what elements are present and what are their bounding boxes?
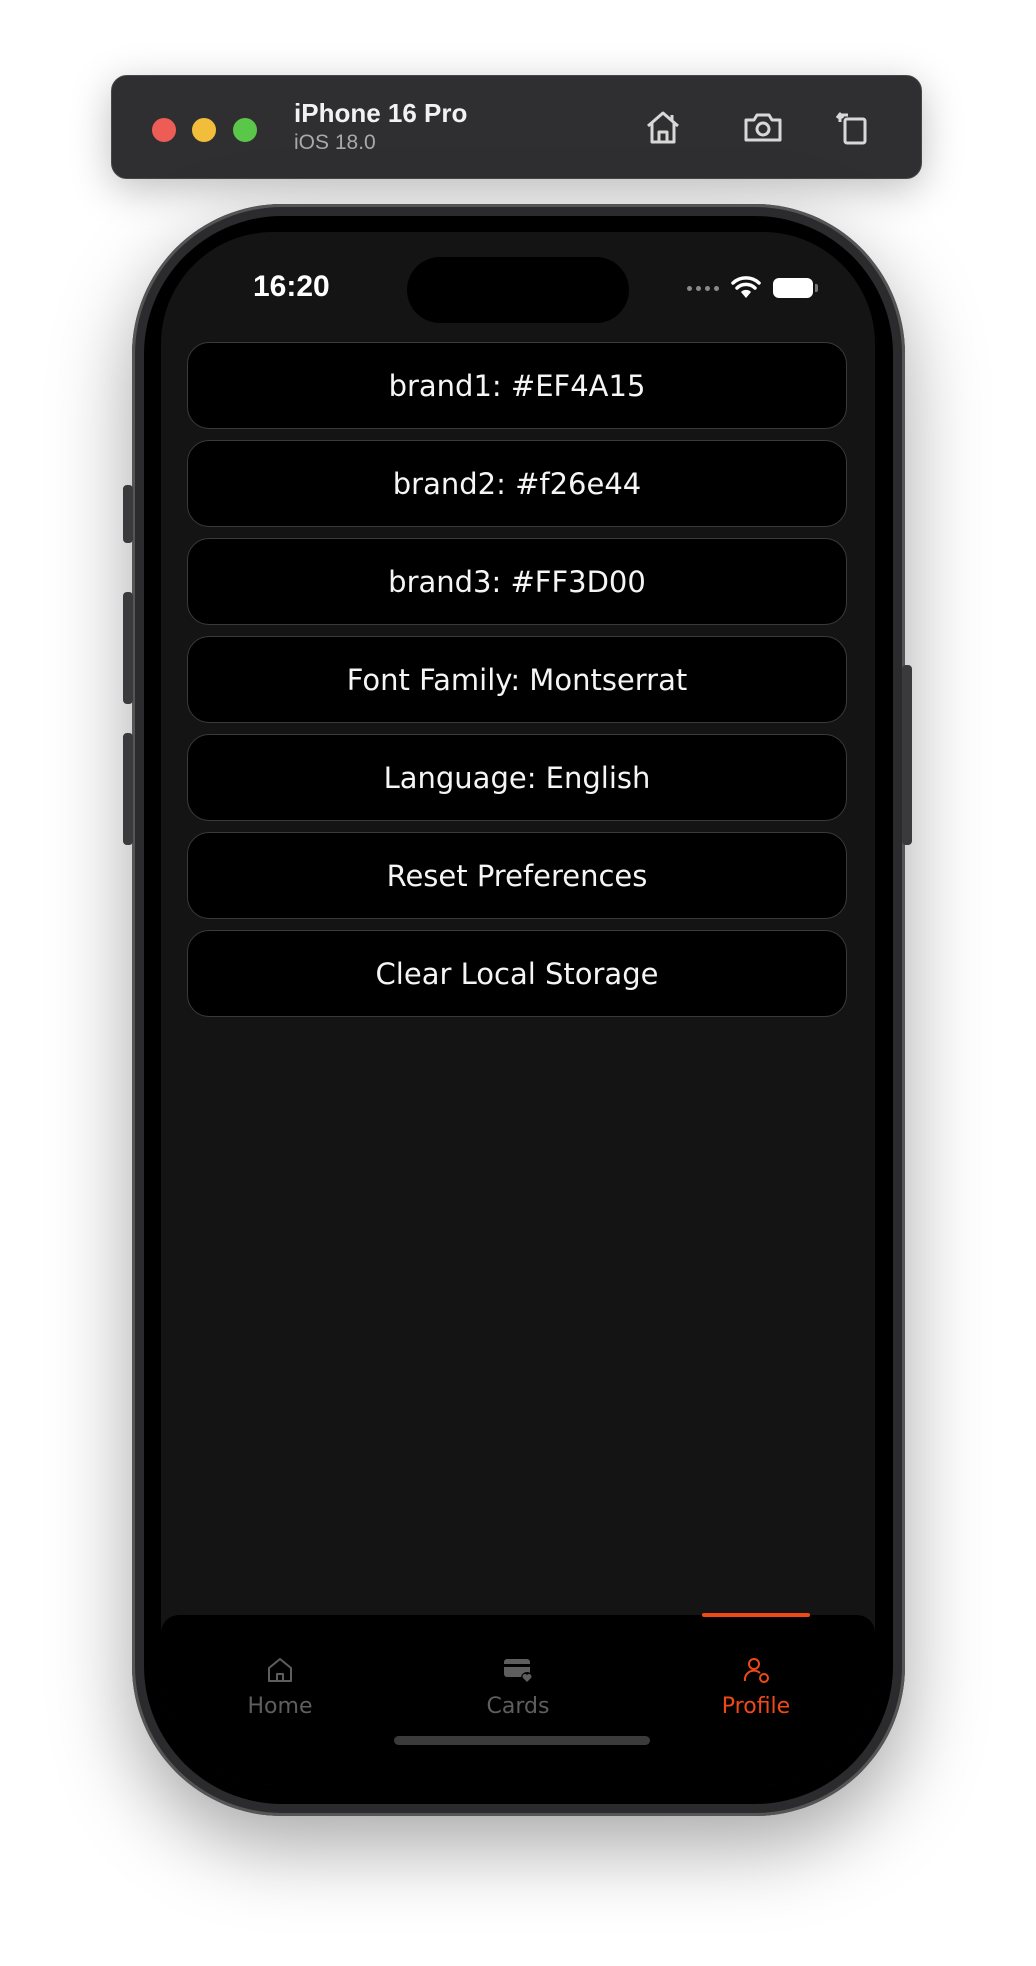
reset-preferences-button[interactable]: Reset Preferences	[187, 832, 847, 919]
rotate-button[interactable]	[830, 104, 876, 150]
action-button	[123, 485, 133, 543]
tab-profile[interactable]: Profile	[656, 1613, 856, 1719]
font-family-button[interactable]: Font Family: Montserrat	[187, 636, 847, 723]
wifi-icon	[731, 276, 761, 298]
tab-cards[interactable]: Cards	[418, 1650, 618, 1719]
os-version: iOS 18.0	[294, 131, 376, 154]
cellular-signal-icon	[687, 285, 719, 291]
close-window-button[interactable]	[152, 118, 176, 142]
tab-label-home: Home	[247, 1694, 313, 1719]
home-button[interactable]	[640, 104, 686, 150]
device-name: iPhone 16 Pro	[294, 98, 468, 128]
language-button[interactable]: Language: English	[187, 734, 847, 821]
rotate-icon	[835, 112, 867, 145]
zoom-window-button[interactable]	[233, 118, 257, 142]
active-tab-indicator	[702, 1613, 810, 1617]
screenshot-button[interactable]	[740, 104, 786, 150]
volume-down-button	[123, 733, 133, 845]
brand1-color-button[interactable]: brand1: #EF4A15	[187, 342, 847, 429]
battery-icon	[773, 278, 818, 298]
card-icon	[504, 1659, 533, 1684]
tab-label-cards: Cards	[486, 1694, 550, 1719]
status-indicators	[687, 276, 818, 300]
clear-local-storage-button[interactable]: Clear Local Storage	[187, 930, 847, 1017]
tab-home[interactable]: Home	[180, 1650, 380, 1719]
minimize-window-button[interactable]	[192, 118, 216, 142]
brand2-color-button[interactable]: brand2: #f26e44	[187, 440, 847, 527]
home-icon	[647, 111, 679, 144]
app-screen: 16:20 brand1: #EF4A15 brand2: #f26e44 br…	[161, 232, 875, 1785]
status-time: 16:20	[253, 270, 330, 303]
tab-label-profile: Profile	[721, 1694, 791, 1719]
simulator-toolbar: iPhone 16 Pro iOS 18.0	[111, 75, 922, 179]
home-indicator[interactable]	[394, 1736, 650, 1745]
dynamic-island	[407, 257, 629, 323]
home-icon	[268, 1658, 292, 1682]
profile-icon	[743, 1658, 769, 1683]
tab-bar: Home Cards Profile	[161, 1613, 875, 1785]
volume-up-button	[123, 592, 133, 704]
power-button	[902, 665, 912, 845]
screenshot-icon	[744, 113, 782, 142]
settings-list: brand1: #EF4A15 brand2: #f26e44 brand3: …	[187, 342, 847, 1028]
brand3-color-button[interactable]: brand3: #FF3D00	[187, 538, 847, 625]
